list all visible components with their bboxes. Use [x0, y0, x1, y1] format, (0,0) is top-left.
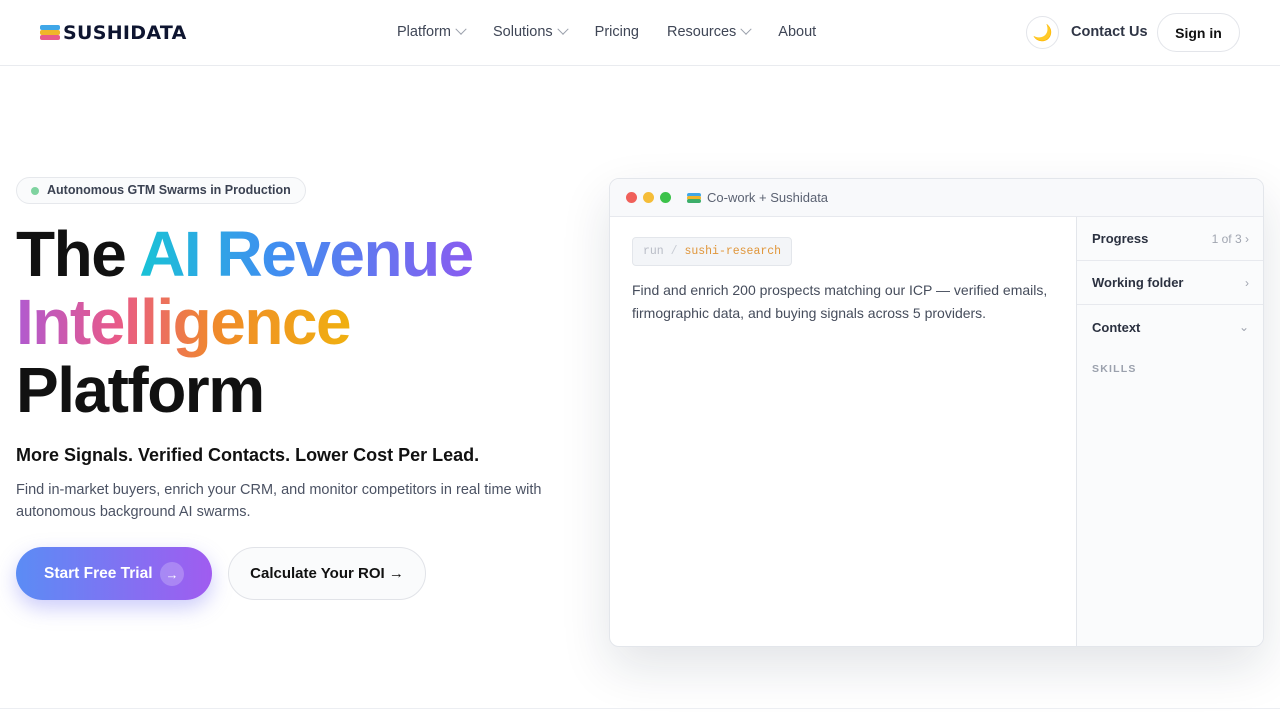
- hero-title-highlight: AI Revenue: [139, 218, 474, 290]
- prompt-text: Find and enrich 200 prospects matching o…: [632, 282, 1048, 321]
- hero-title-part: The: [16, 218, 140, 290]
- progress-label: Progress: [1092, 231, 1149, 246]
- chevron-down-icon: ⌄: [1238, 320, 1249, 334]
- skills-heading: SKILLS: [1092, 363, 1137, 375]
- chat-pane: run / sushi-research Find and enrich 200…: [610, 217, 1077, 646]
- brand-name: SUSHIDATA: [63, 22, 187, 44]
- chevron-down-icon: [740, 23, 752, 35]
- hero-title-part: Platform: [16, 354, 265, 426]
- chevron-right-icon: ›: [1245, 275, 1249, 290]
- nav-label: Platform: [397, 24, 451, 40]
- chevron-down-icon: [455, 23, 467, 35]
- hero-title: The AI Revenue Intelligence Platform: [16, 218, 474, 426]
- sushi-logo-icon: [40, 25, 60, 41]
- window-title: Co-work + Sushidata: [687, 190, 828, 205]
- calculate-roi-button[interactable]: Calculate Your ROI →: [228, 547, 426, 600]
- context-label: Context: [1092, 319, 1141, 335]
- nav-label: Resources: [666, 24, 737, 40]
- command-value: sushi-research: [684, 245, 782, 258]
- progress-row[interactable]: Progress 1 of 3 ›: [1077, 217, 1263, 261]
- nav-item-platform[interactable]: Platform: [397, 23, 467, 40]
- minimize-dot-icon: [643, 192, 654, 203]
- demo-window: Co-work + Sushidata run / sushi-research…: [609, 178, 1264, 647]
- working-folder-label: Working folder: [1092, 275, 1184, 290]
- nav-item-resources[interactable]: Resources: [666, 23, 752, 40]
- chevron-right-icon: ›: [1245, 231, 1249, 246]
- hero-badge: Autonomous GTM Swarms in Production: [16, 177, 306, 204]
- chevron-down-icon: [556, 23, 569, 35]
- nav-item-about[interactable]: About: [778, 24, 816, 40]
- top-navbar: SUSHIDATA Platform Solutions Pricing Res…: [0, 0, 1280, 66]
- progress-value: 1 of 3: [1211, 231, 1242, 246]
- status-dot-icon: [31, 187, 39, 195]
- theme-toggle-button[interactable]: 🌙: [1026, 16, 1059, 49]
- brand-logo[interactable]: SUSHIDATA: [40, 22, 187, 44]
- hero-description: Find in-market buyers, enrich your CRM, …: [16, 482, 542, 520]
- command-chip: run / sushi-research: [632, 237, 793, 266]
- progress-meta: 1 of 3 ›: [1212, 232, 1249, 246]
- hero-badge-label: Autonomous GTM Swarms in Production: [47, 183, 291, 197]
- hero-title-highlight: Intelligence: [16, 286, 352, 358]
- cta-label: Start Free Trial: [44, 564, 153, 582]
- maximize-dot-icon: [660, 192, 671, 203]
- close-dot-icon: [626, 192, 637, 203]
- nav-label: Pricing: [594, 24, 639, 40]
- moon-icon: 🌙: [1032, 24, 1053, 42]
- hero-subtitle: More Signals. Verified Contacts. Lower C…: [16, 445, 480, 465]
- nav-label: Solutions: [493, 24, 553, 40]
- sign-in-button[interactable]: Sign in: [1157, 13, 1240, 52]
- sushi-logo-icon: [687, 192, 701, 203]
- window-title-text: Co-work + Sushidata: [707, 190, 829, 205]
- command-keyword: run: [643, 245, 664, 258]
- nav-label: About: [778, 24, 817, 40]
- start-free-trial-button[interactable]: Start Free Trial →: [16, 547, 212, 600]
- window-titlebar: Co-work + Sushidata: [610, 179, 1263, 217]
- nav-item-pricing[interactable]: Pricing: [595, 24, 639, 40]
- command-separator: /: [670, 245, 678, 258]
- contact-us-link[interactable]: Contact Us: [1071, 24, 1148, 40]
- context-row[interactable]: Context ⌄: [1077, 305, 1263, 349]
- context-sidebar: Progress 1 of 3 › Working folder › Conte…: [1077, 217, 1263, 646]
- nav-item-solutions[interactable]: Solutions: [493, 23, 569, 40]
- arrow-right-icon: →: [160, 562, 184, 586]
- section-divider: [0, 708, 1280, 709]
- main-menu: Platform Solutions Pricing Resources Abo…: [397, 23, 816, 40]
- working-folder-row[interactable]: Working folder ›: [1077, 261, 1263, 305]
